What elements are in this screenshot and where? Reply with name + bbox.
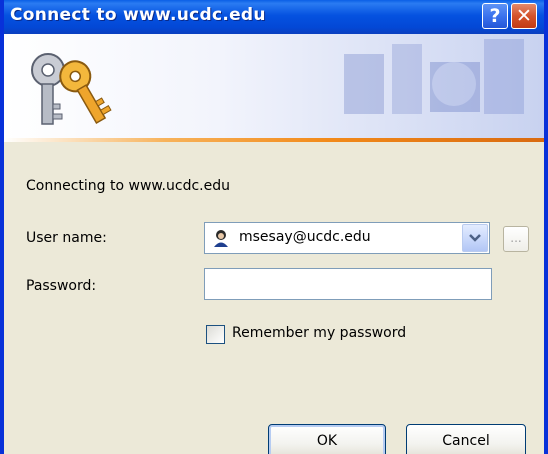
dialog-body: Connecting to www.ucdc.edu User name: ms…	[4, 142, 544, 454]
remember-password-checkbox[interactable]	[206, 325, 225, 344]
ok-button[interactable]: OK	[268, 424, 386, 454]
user-avatar-icon	[214, 230, 228, 247]
username-label: User name:	[26, 230, 107, 246]
banner-pattern	[344, 39, 524, 114]
connect-dialog: Connect to www.ucdc.edu ? ✕ Connecting t…	[0, 0, 548, 454]
browse-users-button[interactable]: ...	[503, 226, 529, 252]
title-bar[interactable]: Connect to www.ucdc.edu ? ✕	[4, 0, 544, 34]
chevron-down-icon	[469, 234, 481, 242]
close-button[interactable]: ✕	[511, 3, 537, 29]
banner	[4, 34, 544, 138]
remember-password-label[interactable]: Remember my password	[232, 325, 406, 341]
password-field[interactable]	[204, 268, 492, 300]
help-button[interactable]: ?	[482, 3, 508, 29]
dropdown-button[interactable]	[462, 224, 488, 252]
username-combobox[interactable]: msesay@ucdc.edu	[204, 222, 490, 254]
window-title: Connect to www.ucdc.edu	[10, 5, 266, 25]
username-value: msesay@ucdc.edu	[239, 229, 371, 245]
keys-icon	[31, 53, 112, 125]
password-label: Password:	[26, 278, 97, 294]
cancel-button[interactable]: Cancel	[406, 424, 526, 454]
connecting-text: Connecting to www.ucdc.edu	[26, 178, 230, 194]
